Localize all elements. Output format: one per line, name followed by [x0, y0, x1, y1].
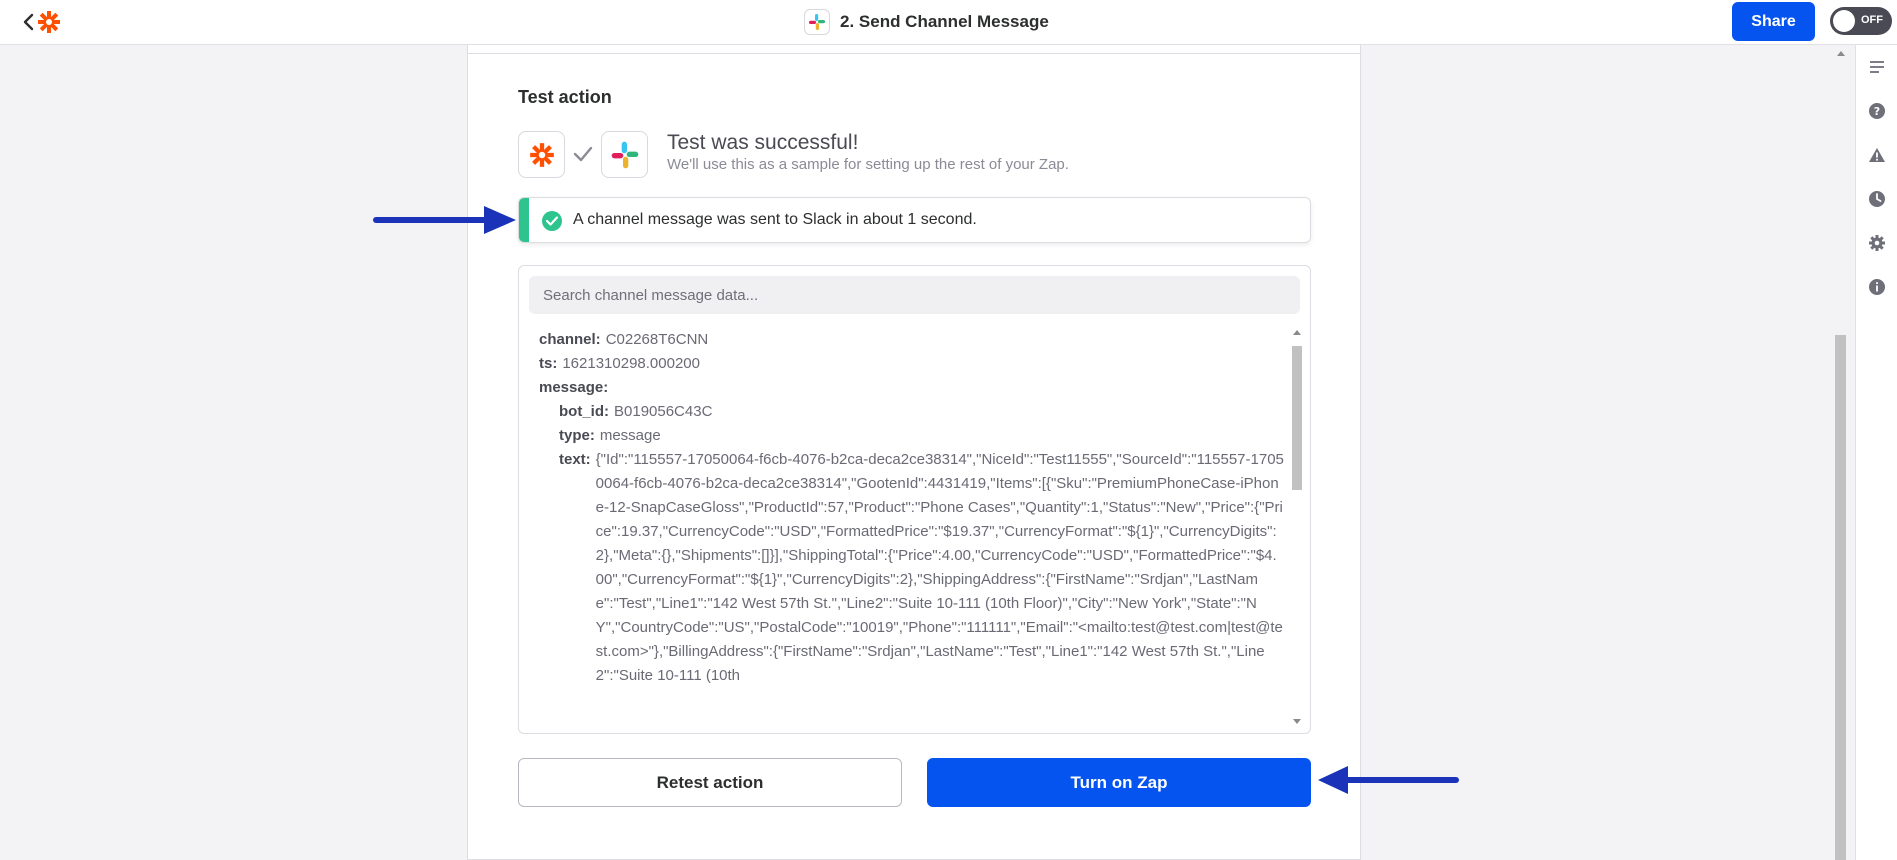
turn-on-zap-button[interactable]: Turn on Zap	[927, 758, 1311, 807]
data-field-row: bot_id: B019056C43C	[539, 400, 1284, 424]
scroll-thumb[interactable]	[1292, 346, 1302, 490]
settings-icon[interactable]	[1866, 232, 1888, 254]
data-field-key: ts:	[539, 355, 558, 372]
step-title[interactable]: 2. Send Channel Message	[804, 9, 1049, 35]
toggle-knob	[1833, 10, 1855, 32]
outline-icon[interactable]	[1866, 56, 1888, 78]
data-field-value: B019056C43C	[614, 403, 713, 420]
data-field-row: type: message	[539, 424, 1284, 448]
help-icon[interactable]: ?	[1866, 100, 1888, 122]
slack-icon	[804, 9, 830, 35]
search-input[interactable]	[529, 276, 1300, 314]
warning-icon[interactable]	[1866, 144, 1888, 166]
data-field-value: 1621310298.000200	[562, 355, 700, 372]
data-field-key: bot_id:	[559, 403, 609, 420]
data-field-value: {"Id":"115557-17050064-f6cb-4076-b2ca-de…	[595, 451, 1284, 684]
annotation-arrow-right-icon	[373, 206, 516, 234]
data-list[interactable]: channel: C02268T6CNN ts: 1621310298.000200 m…	[539, 328, 1284, 732]
page-scroll-thumb[interactable]	[1835, 335, 1846, 860]
scroll-down-icon[interactable]	[1293, 719, 1301, 724]
page-scrollbar[interactable]	[1834, 45, 1847, 860]
step-panel: Test action Test was successful! We'll u…	[467, 45, 1361, 860]
zap-toggle[interactable]: OFF	[1830, 7, 1892, 35]
annotation-arrow-left-icon	[1318, 766, 1459, 794]
data-field-value: message	[599, 427, 661, 444]
data-field-key: type:	[559, 427, 595, 444]
data-viewer: channel:C02268T6CNNts:1621310298.000200m…	[518, 265, 1311, 734]
right-rail: ?	[1855, 45, 1897, 860]
data-scrollbar[interactable]	[1289, 328, 1303, 724]
success-title: Test was successful!	[667, 131, 859, 154]
scroll-up-icon[interactable]	[1837, 51, 1845, 56]
info-icon[interactable]	[1866, 276, 1888, 298]
zapier-logo-icon[interactable]	[36, 9, 62, 35]
check-icon	[573, 146, 593, 162]
step-title-text: 2. Send Channel Message	[840, 12, 1049, 31]
success-subtitle: We'll use this as a sample for setting u…	[667, 156, 1069, 173]
banner-accent	[519, 198, 529, 242]
data-field-key: message:	[539, 379, 609, 396]
slack-app-icon	[601, 131, 648, 178]
history-icon[interactable]	[1866, 188, 1888, 210]
data-field-row: channel: C02268T6CNN	[539, 328, 1284, 352]
success-banner: A channel message was sent to Slack in a…	[518, 197, 1311, 243]
data-field-row: text: {"Id":"115557-17050064-f6cb-4076-b2…	[539, 448, 1284, 688]
divider	[468, 53, 1360, 54]
data-field-row: message:	[539, 376, 1284, 400]
svg-text:?: ?	[1874, 105, 1880, 118]
scroll-up-icon[interactable]	[1293, 330, 1301, 335]
data-field-value: C02268T6CNN	[605, 331, 709, 348]
share-button[interactable]: Share	[1732, 2, 1815, 41]
data-field-key: channel:	[539, 331, 601, 348]
toggle-label: OFF	[1861, 14, 1883, 26]
top-bar: 2. Send Channel Message Share OFF	[0, 0, 1897, 45]
zapier-app-icon	[518, 131, 565, 178]
section-heading: Test action	[518, 87, 612, 107]
data-field-row: ts: 1621310298.000200	[539, 352, 1284, 376]
check-circle-icon	[542, 211, 562, 231]
retest-action-button[interactable]: Retest action	[518, 758, 902, 807]
data-field-key: text:	[559, 451, 591, 468]
banner-text: A channel message was sent to Slack in a…	[573, 211, 977, 228]
